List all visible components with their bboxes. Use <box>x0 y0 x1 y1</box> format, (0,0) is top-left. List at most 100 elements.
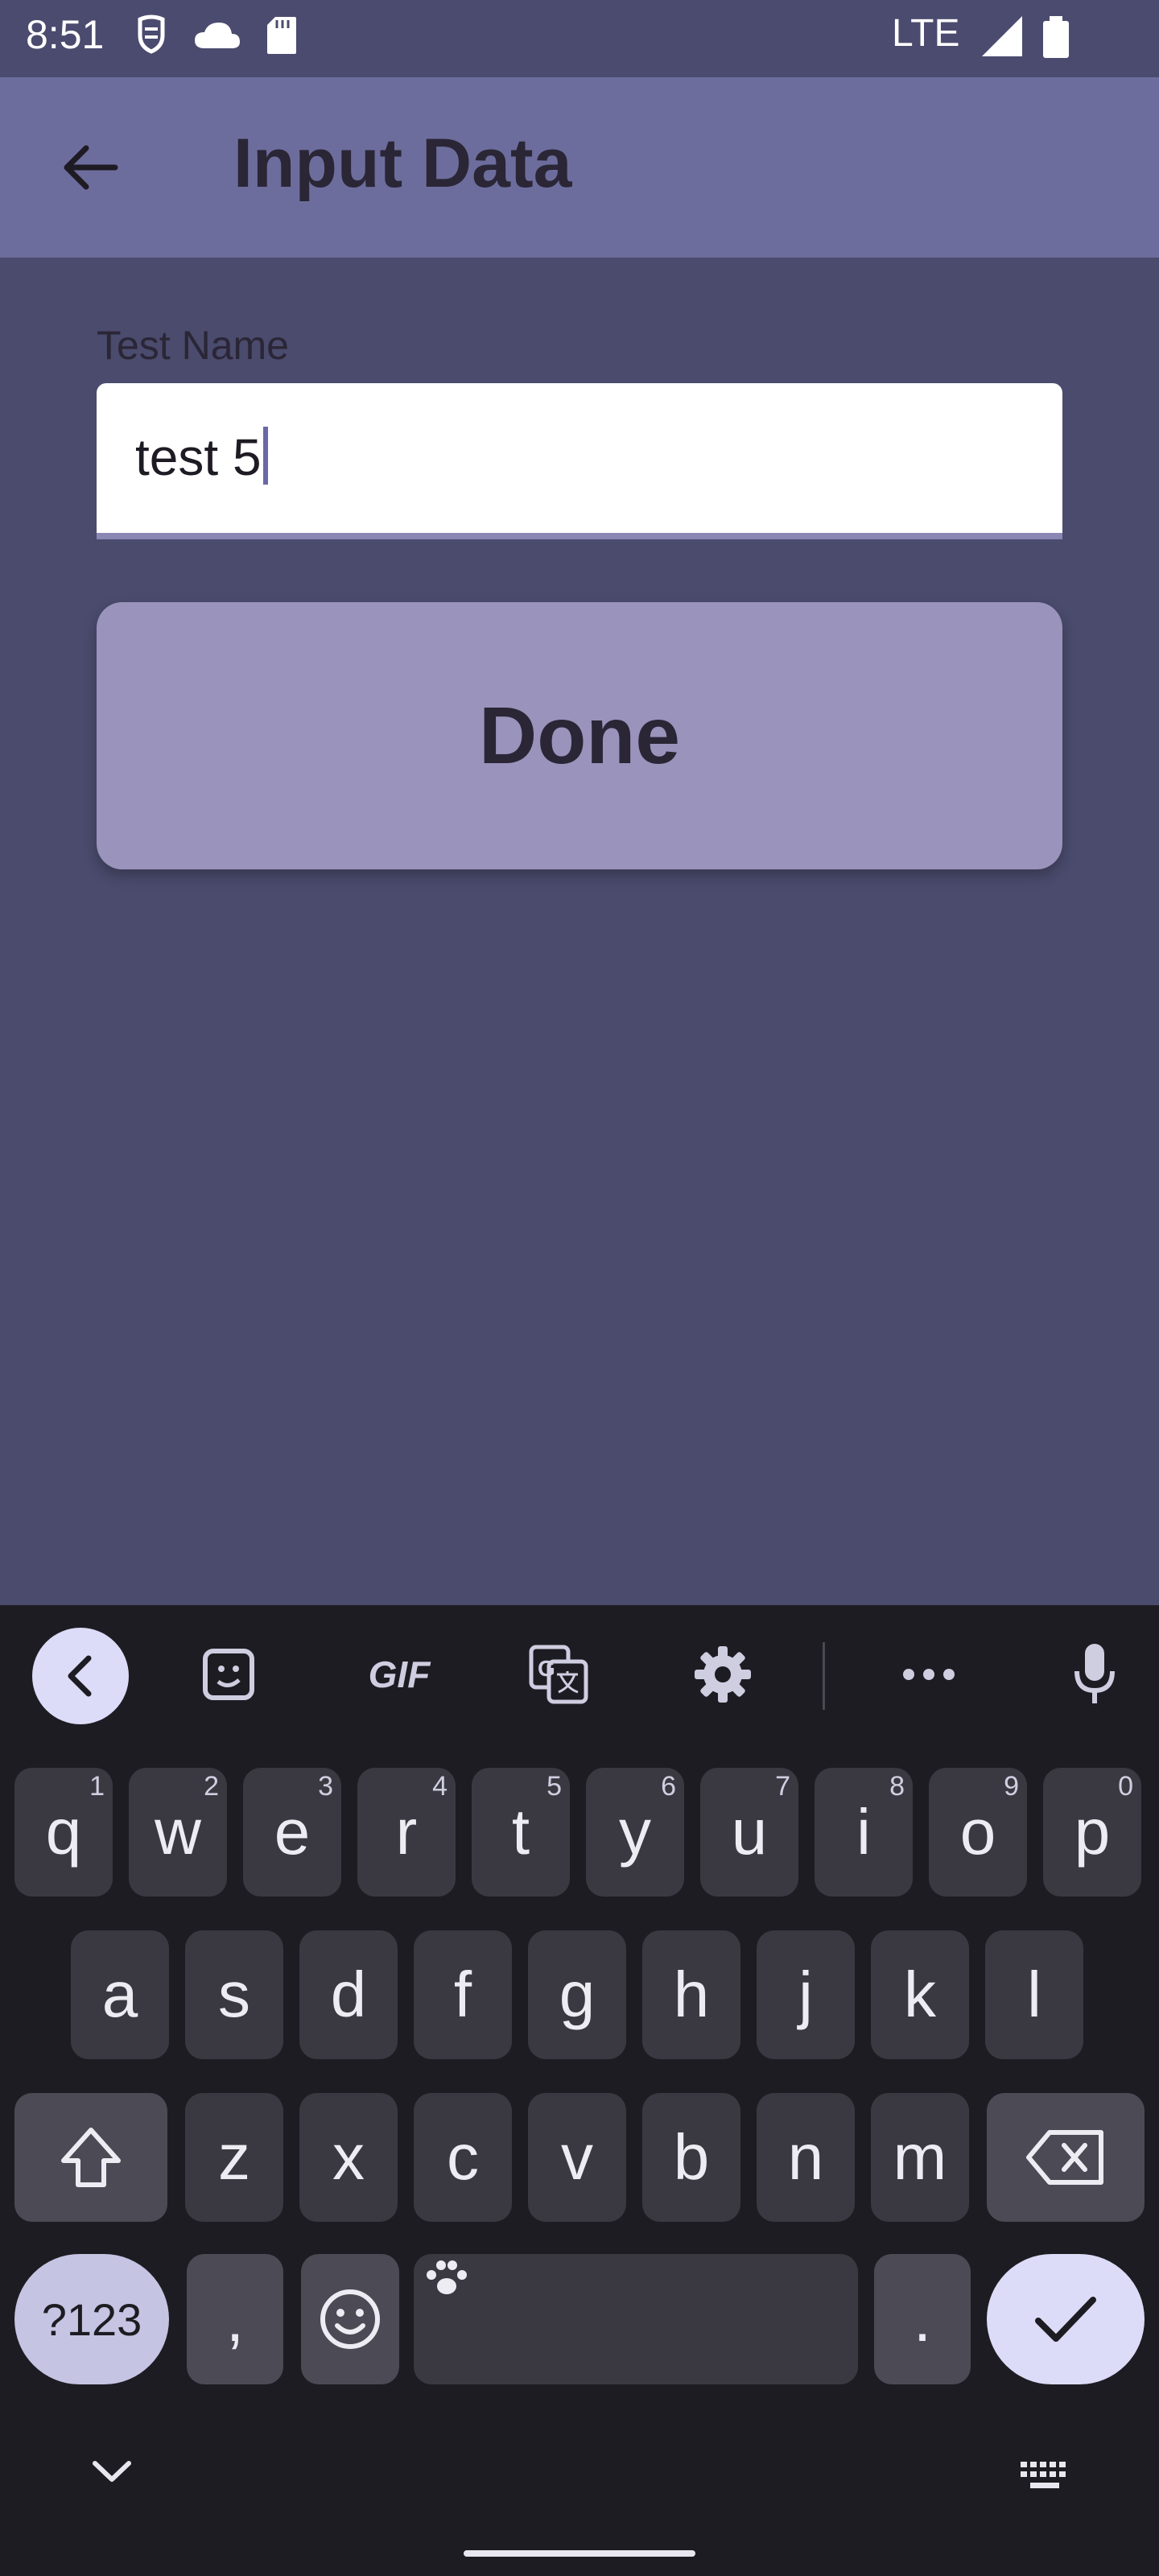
key-label: x <box>332 2121 365 2193</box>
test-name-label: Test Name <box>97 323 289 368</box>
key-s[interactable]: s <box>185 1930 283 2059</box>
key-v[interactable]: v <box>528 2093 626 2222</box>
key-p[interactable]: p0 <box>1043 1768 1141 1897</box>
key-y[interactable]: y6 <box>586 1768 684 1897</box>
comma-key[interactable]: , <box>187 2254 283 2384</box>
sticker-icon <box>203 1649 254 1700</box>
keyboard-switch-icon[interactable] <box>1019 2460 1070 2492</box>
key-label: g <box>559 1959 596 2030</box>
key-a[interactable]: a <box>71 1930 169 2059</box>
key-hint: 1 <box>89 1771 105 1802</box>
svg-text:G: G <box>538 1656 555 1681</box>
translate-button[interactable]: G <box>518 1634 599 1715</box>
keyboard-toolbar: GIF G <box>0 1605 1159 1747</box>
text-cursor <box>262 427 268 485</box>
cloud-icon <box>195 23 240 48</box>
emoji-key[interactable] <box>301 2254 399 2384</box>
hide-keyboard-icon[interactable] <box>92 2460 132 2484</box>
shift-icon <box>61 2128 121 2187</box>
key-hint: 4 <box>432 1771 448 1802</box>
more-icon <box>903 1669 955 1680</box>
key-label: b <box>673 2121 710 2193</box>
gear-icon <box>695 1646 751 1703</box>
key-label: w <box>155 1796 201 1868</box>
key-label: u <box>731 1796 768 1868</box>
key-q[interactable]: q1 <box>14 1768 113 1897</box>
key-label: a <box>101 1959 138 2030</box>
key-d[interactable]: d <box>299 1930 398 2059</box>
period-key[interactable]: . <box>874 2254 971 2384</box>
period-key-label: . <box>913 2283 932 2355</box>
shift-key[interactable] <box>14 2093 167 2222</box>
key-label: h <box>673 1959 710 2030</box>
key-u[interactable]: u7 <box>700 1768 798 1897</box>
sticker-button[interactable] <box>188 1634 269 1715</box>
arrow-left-icon <box>64 145 118 190</box>
key-label: i <box>856 1796 871 1868</box>
sd-card-icon <box>267 17 296 54</box>
key-w[interactable]: w2 <box>129 1768 227 1897</box>
space-key[interactable] <box>414 2254 858 2384</box>
test-name-input[interactable]: test 5 <box>97 383 1062 539</box>
key-o[interactable]: o9 <box>929 1768 1027 1897</box>
mic-icon <box>1074 1644 1115 1703</box>
key-label: p <box>1074 1796 1111 1868</box>
paw-icon <box>427 2260 467 2294</box>
key-j[interactable]: j <box>757 1930 855 2059</box>
key-l[interactable]: l <box>985 1930 1083 2059</box>
done-button-label: Done <box>479 690 680 781</box>
key-hint: 0 <box>1118 1771 1133 1802</box>
symbols-key-label: ?123 <box>41 2293 142 2345</box>
key-label: m <box>893 2121 947 2193</box>
emoji-icon <box>320 2289 380 2349</box>
key-label: z <box>218 2121 250 2193</box>
enter-key[interactable] <box>987 2254 1145 2384</box>
key-label: j <box>798 1959 813 2030</box>
key-f[interactable]: f <box>414 1930 512 2059</box>
key-t[interactable]: t5 <box>472 1768 570 1897</box>
key-label: f <box>453 1959 472 2030</box>
key-label: d <box>330 1959 367 2030</box>
toolbar-divider <box>823 1642 825 1710</box>
key-label: k <box>904 1959 936 2030</box>
key-g[interactable]: g <box>528 1930 626 2059</box>
key-k[interactable]: k <box>871 1930 969 2059</box>
key-b[interactable]: b <box>642 2093 740 2222</box>
key-label: e <box>274 1796 311 1868</box>
key-label: y <box>619 1796 651 1868</box>
home-handle[interactable] <box>464 2550 695 2557</box>
settings-button[interactable] <box>683 1634 763 1715</box>
status-bar: 8:51 LTE <box>0 0 1159 77</box>
key-label: q <box>45 1796 82 1868</box>
notification-icons <box>134 14 298 56</box>
page-title: Input Data <box>233 125 572 202</box>
key-label: n <box>787 2121 824 2193</box>
symbols-key[interactable]: ?123 <box>14 2254 169 2384</box>
battery-icon <box>1043 16 1069 58</box>
collapse-toolbar-button[interactable] <box>32 1628 129 1724</box>
key-n[interactable]: n <box>757 2093 855 2222</box>
key-z[interactable]: z <box>185 2093 283 2222</box>
more-button[interactable] <box>889 1634 969 1715</box>
key-label: r <box>395 1796 418 1868</box>
backspace-key[interactable] <box>987 2093 1145 2222</box>
comma-key-label: , <box>225 2283 245 2355</box>
key-label: c <box>447 2121 479 2193</box>
gif-button[interactable]: GIF <box>351 1634 448 1715</box>
done-button[interactable]: Done <box>97 602 1062 869</box>
key-hint: 9 <box>1004 1771 1019 1802</box>
key-h[interactable]: h <box>642 1930 740 2059</box>
key-r[interactable]: r4 <box>357 1768 456 1897</box>
key-x[interactable]: x <box>299 2093 398 2222</box>
voice-input-button[interactable] <box>1054 1634 1135 1715</box>
key-c[interactable]: c <box>414 2093 512 2222</box>
back-button[interactable] <box>56 134 124 201</box>
key-e[interactable]: e3 <box>243 1768 341 1897</box>
key-hint: 7 <box>775 1771 790 1802</box>
translate-icon: G <box>529 1645 588 1704</box>
chevron-left-icon <box>68 1655 92 1697</box>
key-i[interactable]: i8 <box>815 1768 913 1897</box>
key-hint: 8 <box>889 1771 905 1802</box>
key-label: s <box>218 1959 250 2030</box>
key-m[interactable]: m <box>871 2093 969 2222</box>
